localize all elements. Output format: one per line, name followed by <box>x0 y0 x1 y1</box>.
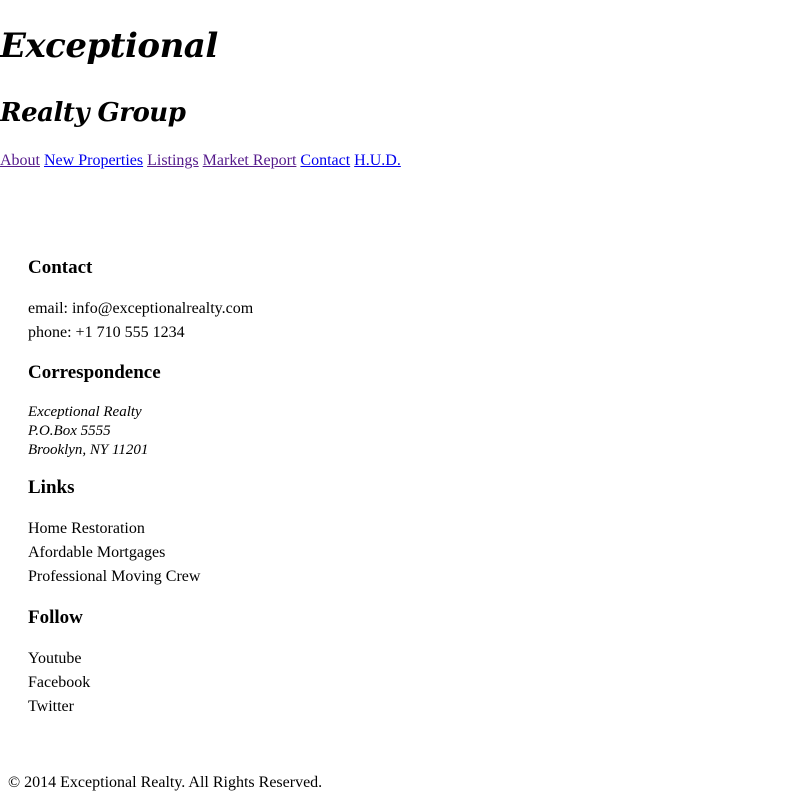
nav-link-contact[interactable]: Contact <box>300 152 350 169</box>
link-item-moving-crew: Professional Moving Crew <box>28 568 201 585</box>
copyright: © 2014 Exceptional Realty. All Rights Re… <box>8 774 323 791</box>
main-nav: About New Properties Listings Market Report… <box>0 151 405 171</box>
follow-item-facebook: Facebook <box>28 674 91 691</box>
follow-item-twitter: Twitter <box>28 698 74 715</box>
link-item-home-restoration: Home Restoration <box>28 520 145 537</box>
nav-link-new-properties[interactable]: New Properties <box>44 152 143 169</box>
correspondence-name: Exceptional Realty <box>28 404 142 420</box>
contact-heading: Contact <box>28 257 93 278</box>
nav-link-about[interactable]: About <box>0 152 40 169</box>
correspondence-pobox: P.O.Box 5555 <box>28 423 111 439</box>
brand-subtitle: Realty Group <box>0 98 186 128</box>
contact-phone: phone: +1 710 555 1234 <box>28 324 185 341</box>
brand-title: Exceptional <box>0 26 218 66</box>
follow-item-youtube: Youtube <box>28 650 82 667</box>
nav-link-market-report[interactable]: Market Report <box>203 152 297 169</box>
nav-link-hud[interactable]: H.U.D. <box>354 152 401 169</box>
follow-heading: Follow <box>28 607 83 628</box>
links-heading: Links <box>28 477 75 498</box>
nav-link-listings[interactable]: Listings <box>147 152 199 169</box>
link-item-mortgages: Afordable Mortgages <box>28 544 166 561</box>
correspondence-city: Brooklyn, NY 11201 <box>28 442 149 458</box>
contact-email: email: info@exceptionalrealty.com <box>28 300 254 317</box>
correspondence-heading: Correspondence <box>28 362 161 383</box>
